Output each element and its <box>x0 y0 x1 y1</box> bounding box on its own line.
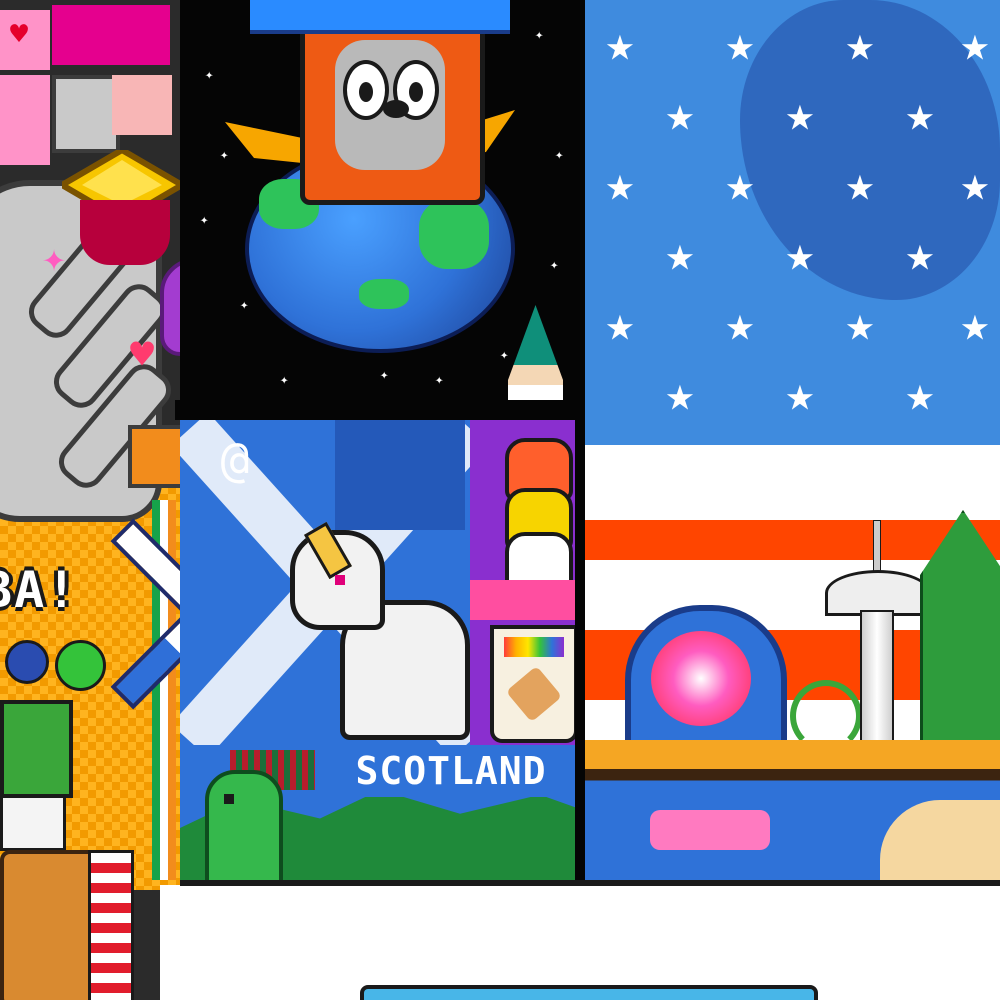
gray-robot-tile <box>52 75 120 153</box>
black-divider <box>175 400 585 420</box>
star-icon: ✦ <box>500 347 509 363</box>
star-icon: ★ <box>785 226 815 282</box>
star-icon: ★ <box>905 86 935 142</box>
pink-signature-tile <box>470 580 575 620</box>
star-icon: ✦ <box>555 147 564 163</box>
green-creature-sprite <box>0 700 73 798</box>
pink-heart-icon: ♥ <box>130 332 155 378</box>
star-icon: ★ <box>960 16 990 72</box>
star-icon: ★ <box>725 16 755 72</box>
pink-reflection <box>650 810 770 850</box>
blue-blob-sprite <box>5 640 49 684</box>
star-icon: ✦ <box>240 297 249 313</box>
glass-dome <box>625 605 787 757</box>
loch-ness-monster <box>205 770 283 888</box>
candy-cane <box>88 850 134 1000</box>
swirl-icon: @ <box>220 432 250 488</box>
gem-icon: ✦ <box>42 235 67 281</box>
star-icon: ★ <box>785 86 815 142</box>
ba-text: BA! <box>0 561 79 619</box>
star-icon: ★ <box>605 296 635 352</box>
dome-flower <box>651 631 751 726</box>
artwork-border <box>180 880 1000 886</box>
blank-canvas-area[interactable] <box>160 885 1000 1000</box>
star-icon: ★ <box>845 156 875 212</box>
earth-land <box>419 199 489 269</box>
star-icon: ✦ <box>435 372 444 388</box>
star-icon: ★ <box>725 156 755 212</box>
star-icon: ✦ <box>535 27 544 43</box>
fox-eye-left <box>343 60 389 120</box>
needle-spire <box>873 520 881 577</box>
star-icon: ★ <box>785 366 815 422</box>
green-blob-sprite <box>55 640 106 691</box>
unicorn-eye <box>335 575 345 585</box>
blue-pool-shape <box>360 985 818 1000</box>
cup-bandage <box>505 665 563 723</box>
star-icon: ✦ <box>280 372 289 388</box>
star-icon: ★ <box>665 86 695 142</box>
nessie-eye <box>224 794 234 804</box>
white-face-sprite <box>0 795 66 851</box>
blue-hat-brim <box>250 0 510 34</box>
star-icon: ★ <box>960 296 990 352</box>
star-icon: ✦ <box>200 212 209 228</box>
cup-rainbow-band <box>504 637 564 657</box>
star-icon: ★ <box>665 366 695 422</box>
star-icon: ★ <box>665 226 695 282</box>
star-icon: ★ <box>725 296 755 352</box>
star-icon: ★ <box>605 16 635 72</box>
fox-pupil <box>409 82 423 102</box>
star-icon: ★ <box>845 16 875 72</box>
flag-shadow-patch <box>335 420 465 530</box>
star-icon: ✦ <box>205 67 214 83</box>
star-icon: ✦ <box>220 147 229 163</box>
fox-pupil <box>359 82 373 102</box>
star-icon: ✦ <box>380 367 389 383</box>
red-smiling-face <box>80 200 170 265</box>
magenta-tile <box>52 5 170 65</box>
chess-rook-sprite <box>128 425 186 488</box>
unicorn-horn <box>303 521 353 580</box>
star-icon: ✦ <box>550 257 559 273</box>
star-icon: ★ <box>905 226 935 282</box>
white-stripe <box>585 445 1000 520</box>
scottish-unicorn <box>280 520 470 740</box>
star-icon: ★ <box>960 156 990 212</box>
paper-cup-sprite <box>490 625 578 743</box>
star-icon: ★ <box>905 366 935 422</box>
fox-nose <box>383 100 409 118</box>
earth-land <box>359 279 409 309</box>
star-icon: ★ <box>605 156 635 212</box>
heart-icon: ♥ <box>10 17 29 52</box>
unicorn-head <box>290 521 385 630</box>
scotland-text: SCOTLAND <box>355 749 547 793</box>
pink-tile <box>0 75 50 165</box>
pink-robot-tile <box>112 75 172 135</box>
star-icon: ★ <box>845 296 875 352</box>
black-divider <box>575 0 585 885</box>
pixel-canvas[interactable]: ♥ ✦ ♥ BA! ✦ ✦ ✦ ✦ ✦ ✦ ✦ ✦ ✦ ✦ ✦ ✦ <box>0 0 1000 1000</box>
